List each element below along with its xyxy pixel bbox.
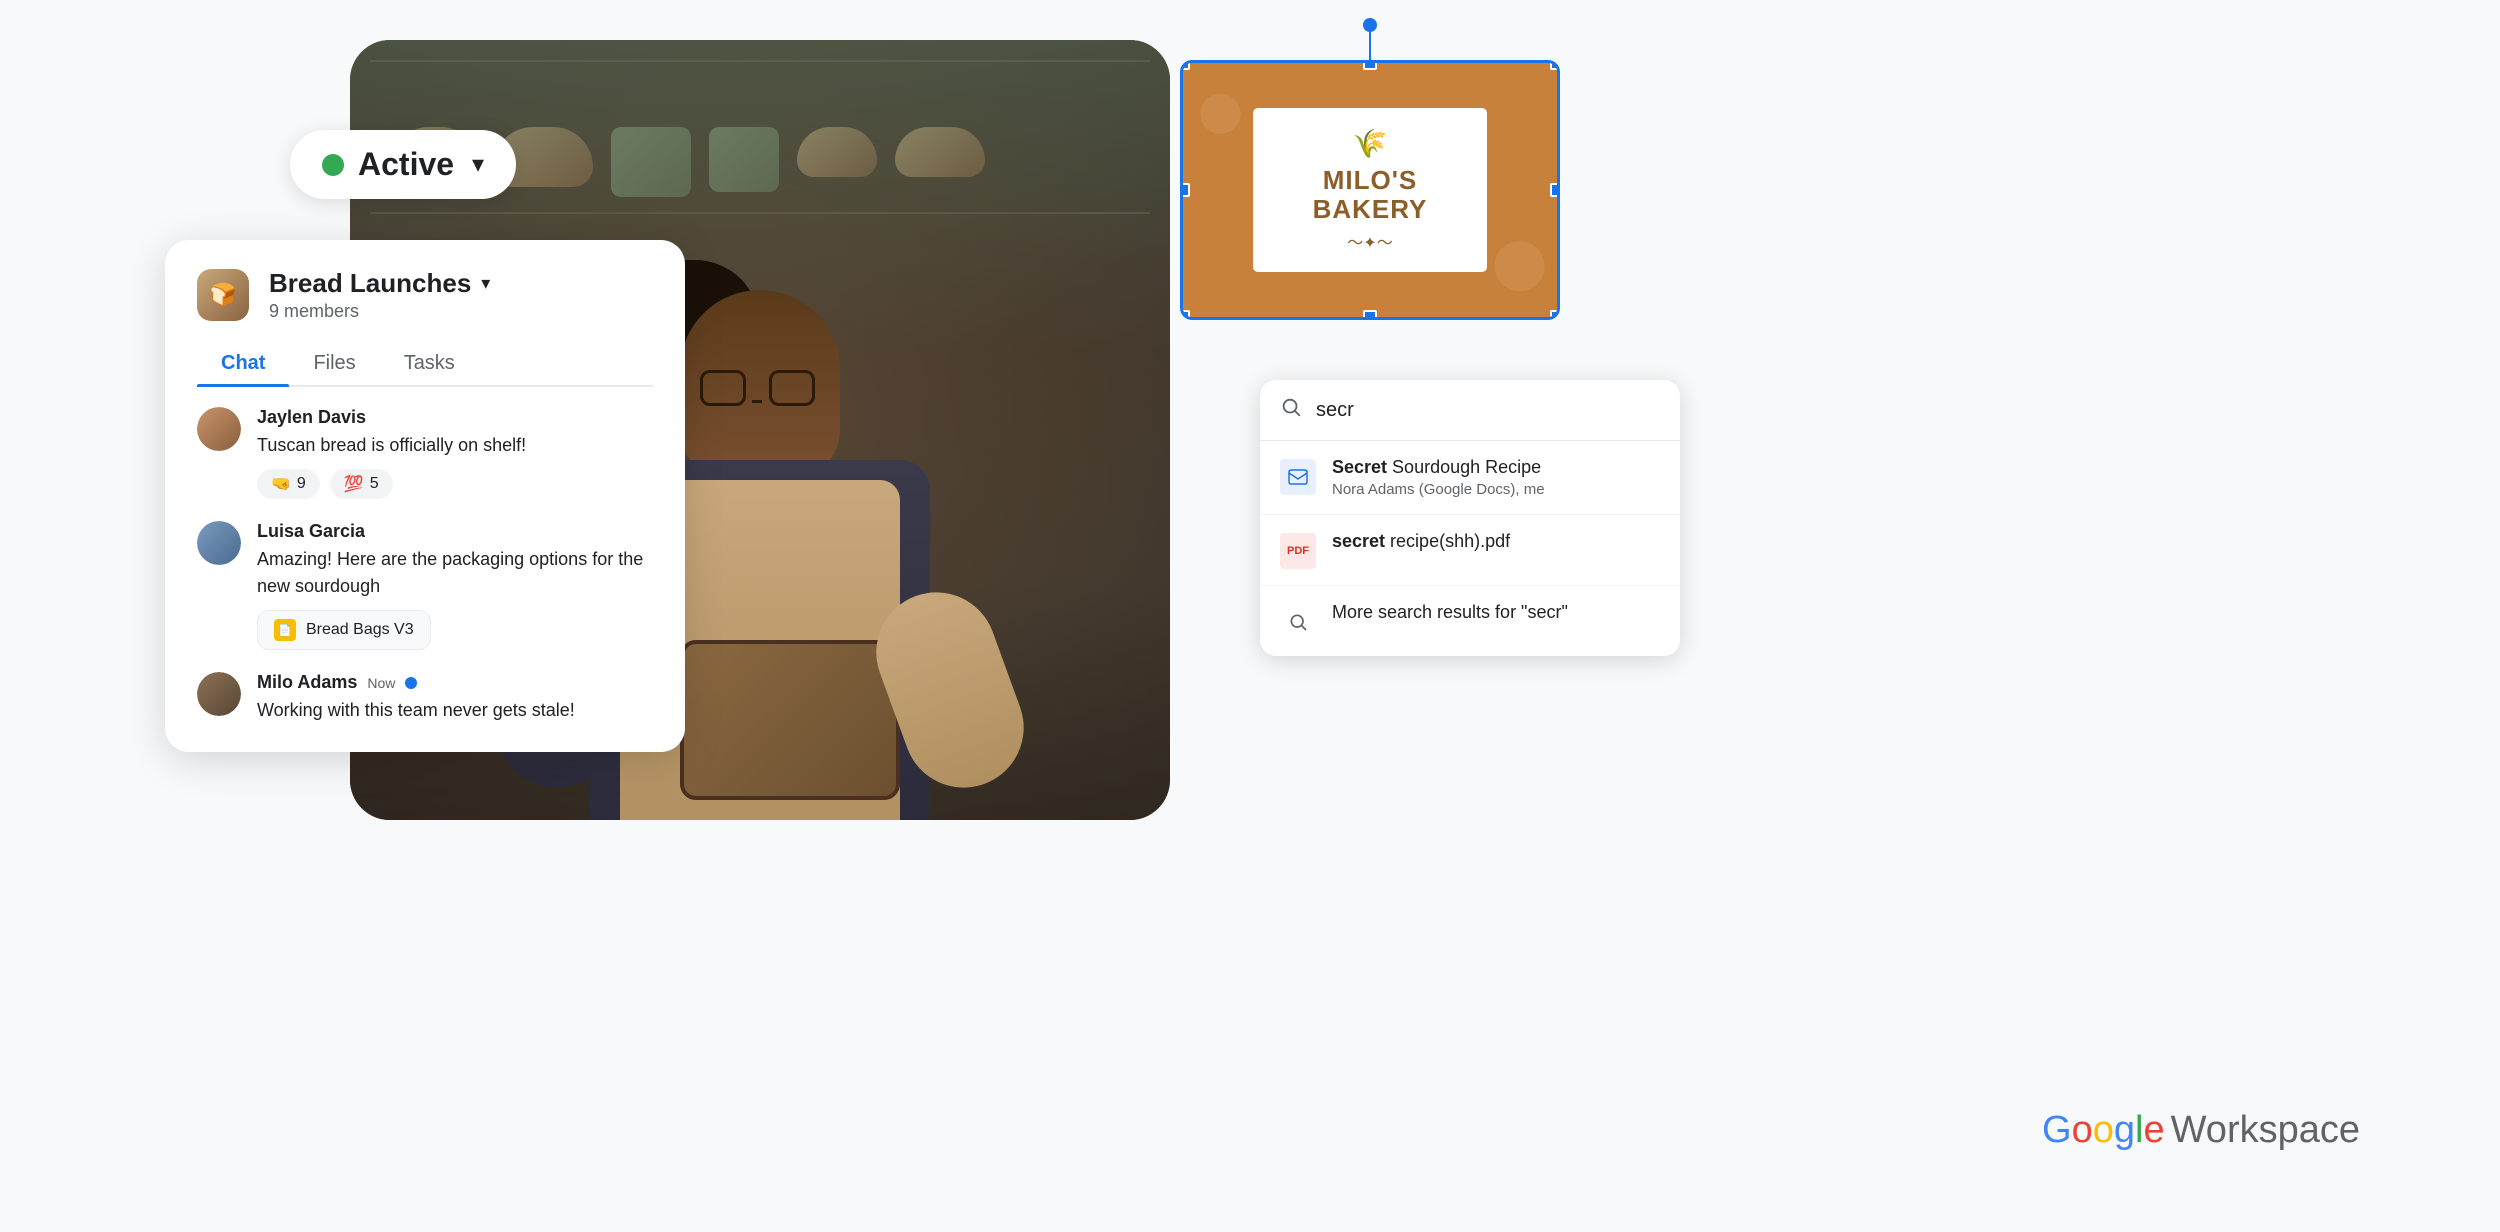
bakery-logo-card[interactable]: 🌾 MILO'S BAKERY 〜✦〜 (1180, 60, 1560, 320)
search-icon (1280, 396, 1302, 424)
online-indicator (405, 677, 417, 689)
message-author: Jaylen Davis (257, 407, 653, 428)
selection-handle-ml (1180, 183, 1190, 197)
selection-handle-mr (1550, 183, 1560, 197)
result-title: secret recipe(shh).pdf (1332, 531, 1510, 552)
bakery-name: MILO'S BAKERY (1313, 166, 1428, 223)
search-result-item[interactable]: Secret Sourdough Recipe Nora Adams (Goog… (1260, 441, 1680, 515)
avatar (197, 407, 241, 451)
message-text: Working with this team never gets stale! (257, 697, 653, 724)
group-avatar: 🍞 (197, 269, 249, 321)
search-dropdown: secr Secret Sourdough Recipe Nora Adams … (1260, 380, 1680, 656)
search-result-content: secret recipe(shh).pdf (1332, 531, 1510, 555)
attachment-icon: 📄 (274, 619, 296, 641)
bakery-card: 🌾 MILO'S BAKERY 〜✦〜 (1180, 60, 1560, 320)
tab-chat[interactable]: Chat (197, 342, 289, 385)
chat-dropdown-icon[interactable]: ▾ (481, 273, 490, 294)
mail-icon (1280, 459, 1316, 495)
message-item: Jaylen Davis Tuscan bread is officially … (197, 407, 653, 499)
message-item: Luisa Garcia Amazing! Here are the packa… (197, 521, 653, 650)
selection-handle-bl (1180, 310, 1190, 320)
message-author: Milo Adams Now (257, 672, 653, 693)
search-more-icon (1280, 604, 1316, 640)
avatar (197, 672, 241, 716)
tab-tasks[interactable]: Tasks (380, 342, 479, 385)
google-workspace-branding: Google Workspace (2042, 1109, 2360, 1152)
selection-line (1369, 28, 1371, 60)
active-chevron-icon: ▾ (472, 150, 484, 179)
selection-handle-br (1550, 310, 1560, 320)
message-text: Amazing! Here are the packaging options … (257, 546, 653, 600)
chat-title: Bread Launches (269, 268, 471, 299)
avatar (197, 521, 241, 565)
active-status-dot (322, 154, 344, 176)
search-result-content: Secret Sourdough Recipe Nora Adams (Goog… (1332, 457, 1545, 498)
workspace-label: Workspace (2171, 1109, 2360, 1152)
reaction-100[interactable]: 💯5 (330, 469, 393, 499)
search-query[interactable]: secr (1316, 399, 1354, 422)
search-result-content: More search results for "secr" (1332, 602, 1568, 623)
bakery-wheat-icon: 🌾 (1353, 127, 1388, 160)
active-status-label: Active (358, 146, 454, 183)
tab-files[interactable]: Files (289, 342, 379, 385)
message-author: Luisa Garcia (257, 521, 653, 542)
message-timestamp: Now (367, 675, 395, 691)
result-subtitle: Nora Adams (Google Docs), me (1332, 481, 1545, 498)
attachment-pill[interactable]: 📄 Bread Bags V3 (257, 610, 431, 650)
chat-tabs: Chat Files Tasks (197, 342, 653, 387)
attachment-label: Bread Bags V3 (306, 621, 414, 639)
bakery-inner-card: 🌾 MILO'S BAKERY 〜✦〜 (1250, 105, 1490, 275)
bakery-wheat-decoration: 〜✦〜 (1347, 229, 1392, 253)
search-result-more[interactable]: More search results for "secr" (1260, 586, 1680, 656)
chat-messages: Jaylen Davis Tuscan bread is officially … (197, 407, 653, 724)
chat-members-count: 9 members (269, 301, 490, 322)
selection-handle-bm (1363, 310, 1377, 320)
reaction-fist[interactable]: 🤜9 (257, 469, 320, 499)
pdf-icon: PDF (1280, 533, 1316, 569)
active-status-pill[interactable]: Active ▾ (290, 130, 516, 199)
result-title: Secret Sourdough Recipe (1332, 457, 1545, 478)
search-result-item[interactable]: PDF secret recipe(shh).pdf (1260, 515, 1680, 586)
message-reactions: 🤜9 💯5 (257, 469, 653, 499)
selection-handle-tl (1180, 60, 1190, 70)
selection-handle-tr (1550, 60, 1560, 70)
search-input-row: secr (1260, 380, 1680, 441)
more-results-label: More search results for "secr" (1332, 602, 1568, 623)
message-item: Milo Adams Now Working with this team ne… (197, 672, 653, 724)
message-text: Tuscan bread is officially on shelf! (257, 432, 653, 459)
google-logo-text: Google (2042, 1109, 2165, 1152)
selection-handle-tm (1363, 60, 1377, 70)
chat-card: 🍞 Bread Launches ▾ 9 members Chat Files … (165, 240, 685, 752)
